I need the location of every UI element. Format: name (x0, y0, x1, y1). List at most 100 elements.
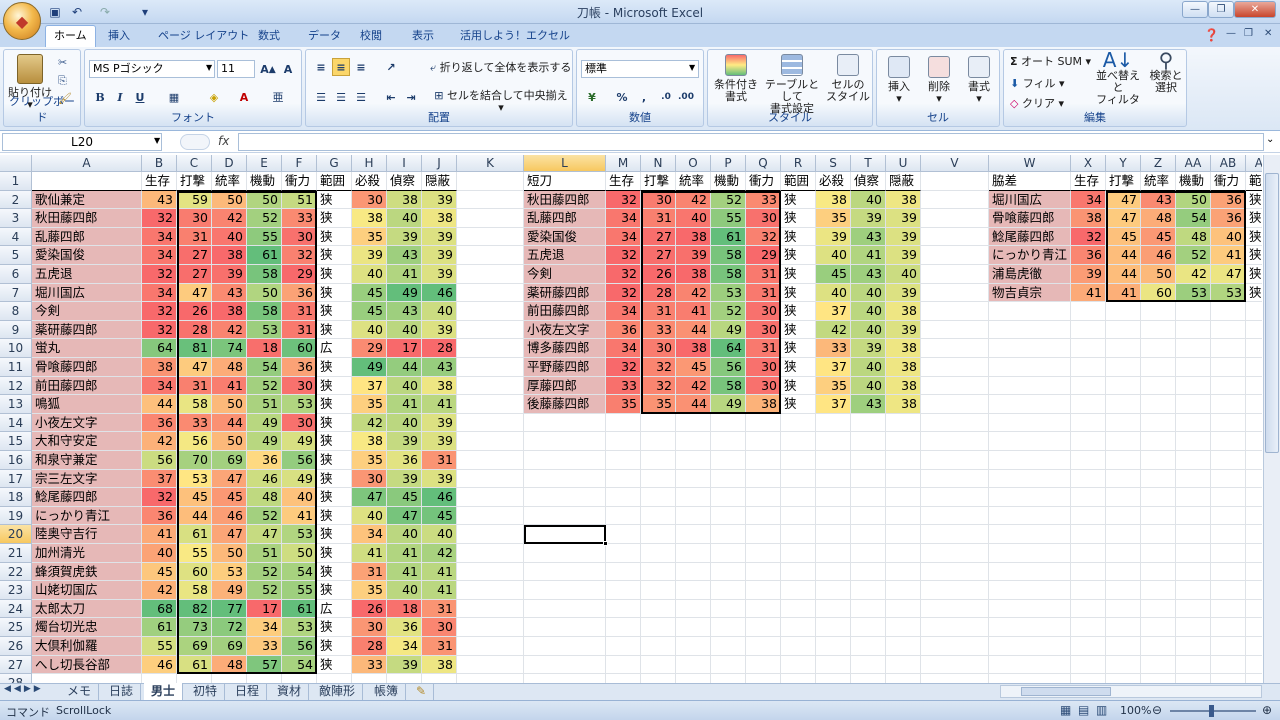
sheet-tab-1[interactable]: 日誌 (102, 683, 142, 700)
grid-cell[interactable] (641, 637, 676, 656)
grid-cell[interactable] (1141, 302, 1176, 321)
table-format-button[interactable]: テーブルとして 書式設定 (762, 54, 822, 115)
row-header[interactable]: 15 (0, 432, 32, 451)
grid-cell[interactable] (851, 637, 886, 656)
value-cell[interactable]: 48 (1176, 227, 1211, 247)
grid-cell[interactable] (1071, 376, 1106, 396)
value-cell[interactable]: 49 (387, 283, 422, 303)
grid-cell[interactable] (1211, 618, 1246, 637)
row-header[interactable]: 8 (0, 302, 32, 321)
grid-cell[interactable] (177, 674, 212, 683)
phonetic-icon[interactable]: 亜 (269, 88, 287, 106)
value-cell[interactable]: 38 (387, 190, 422, 210)
value-cell[interactable]: 31 (422, 599, 457, 619)
grid-cell[interactable] (921, 413, 989, 433)
value-cell[interactable]: 38 (352, 209, 387, 228)
number-format-select[interactable]: 標準 (581, 60, 699, 78)
value-cell[interactable]: 32 (142, 209, 177, 228)
value-cell[interactable]: 狭 (317, 562, 352, 582)
grid-cell[interactable] (676, 413, 711, 433)
value-cell[interactable]: 53 (282, 395, 317, 414)
grid-cell[interactable] (641, 451, 676, 470)
insert-sheet-icon[interactable]: ✎ (409, 683, 435, 700)
grid-cell[interactable] (1246, 581, 1262, 600)
fill-button[interactable]: ⬇ フィル ▾ (1010, 78, 1065, 90)
grid-cell[interactable] (851, 655, 886, 675)
value-cell[interactable]: 42 (1176, 265, 1211, 284)
value-cell[interactable]: 39 (212, 265, 247, 284)
grid-cell[interactable] (1211, 432, 1246, 451)
spreadsheet-grid[interactable]: ABCDEFGHIJKLMNOPQRSTUVWXYZAAABACAD123456… (0, 155, 1262, 683)
row-header[interactable]: 4 (0, 227, 32, 247)
grid-cell[interactable] (781, 488, 816, 507)
value-cell[interactable]: 82 (177, 599, 212, 619)
column-header[interactable]: M (606, 155, 641, 172)
name-cell[interactable]: にっかり青江 (32, 506, 142, 526)
value-cell[interactable]: 60 (282, 339, 317, 358)
cell-style-button[interactable]: セルの スタイル (824, 54, 872, 103)
value-cell[interactable]: 46 (422, 283, 457, 303)
font-color-icon[interactable]: A (235, 88, 253, 106)
grid-cell[interactable] (1141, 637, 1176, 656)
grid-cell[interactable] (711, 599, 746, 619)
value-cell[interactable]: 36 (282, 283, 317, 303)
value-cell[interactable]: 33 (282, 209, 317, 228)
value-cell[interactable]: 41 (1106, 283, 1141, 303)
grid-cell[interactable] (524, 581, 606, 600)
value-cell[interactable]: 50 (247, 283, 282, 303)
value-cell[interactable]: 狭 (317, 525, 352, 544)
value-cell[interactable]: 52 (247, 506, 282, 526)
name-cell[interactable]: 前田藤四郎 (524, 302, 606, 321)
grid-cell[interactable] (676, 637, 711, 656)
value-cell[interactable]: 45 (387, 488, 422, 507)
value-cell[interactable]: 30 (422, 618, 457, 637)
name-cell[interactable]: 後藤藤四郎 (524, 395, 606, 414)
name-cell[interactable]: 堀川国広 (32, 283, 142, 303)
value-cell[interactable]: 56 (177, 432, 212, 451)
grid-cell[interactable] (606, 562, 641, 582)
grid-cell[interactable] (641, 655, 676, 675)
value-cell[interactable]: 54 (282, 562, 317, 582)
value-cell[interactable]: 69 (177, 637, 212, 656)
value-cell[interactable]: 50 (212, 190, 247, 210)
grid-cell[interactable] (886, 451, 921, 470)
name-cell[interactable]: 歌仙兼定 (32, 190, 142, 210)
grid-cell[interactable] (781, 674, 816, 683)
name-cell[interactable]: 愛染国俊 (524, 227, 606, 247)
grid-cell[interactable] (641, 413, 676, 433)
column-header[interactable]: V (921, 155, 989, 172)
grid-cell[interactable] (1176, 469, 1211, 489)
value-cell[interactable]: 70 (177, 451, 212, 470)
value-cell[interactable]: 27 (641, 246, 676, 265)
find-select-button[interactable]: ⚲ 検索と 選択 (1146, 50, 1186, 94)
tab-1[interactable]: 挿入 (100, 28, 138, 46)
grid-cell[interactable] (1141, 506, 1176, 526)
value-cell[interactable]: 32 (606, 283, 641, 303)
grid-cell[interactable] (989, 488, 1071, 507)
name-cell[interactable]: 博多藤四郎 (524, 339, 606, 358)
row-header[interactable]: 21 (0, 544, 32, 563)
grid-cell[interactable] (1141, 395, 1176, 414)
copy-icon[interactable]: ⎘ (58, 74, 67, 88)
grid-cell[interactable] (886, 432, 921, 451)
grid-cell[interactable] (851, 525, 886, 544)
grid-cell[interactable] (1176, 618, 1211, 637)
grid-cell[interactable] (886, 562, 921, 582)
grid-cell[interactable] (989, 376, 1071, 396)
grid-cell[interactable] (524, 618, 606, 637)
grid-cell[interactable] (1106, 562, 1141, 582)
value-cell[interactable]: 32 (282, 246, 317, 265)
value-cell[interactable]: 32 (746, 227, 781, 247)
row-header[interactable]: 13 (0, 395, 32, 414)
value-cell[interactable]: 42 (676, 283, 711, 303)
grid-cell[interactable] (1176, 451, 1211, 470)
grid-cell[interactable] (1211, 376, 1246, 396)
value-cell[interactable]: 27 (177, 246, 212, 265)
grid-cell[interactable] (1176, 599, 1211, 619)
value-cell[interactable]: 35 (816, 209, 851, 228)
grid-cell[interactable] (1106, 637, 1141, 656)
grid-cell[interactable] (1246, 432, 1262, 451)
insert-cells-button[interactable]: 挿入 ▾ (881, 56, 917, 105)
grid-cell[interactable] (1141, 320, 1176, 340)
grid-cell[interactable] (816, 506, 851, 526)
